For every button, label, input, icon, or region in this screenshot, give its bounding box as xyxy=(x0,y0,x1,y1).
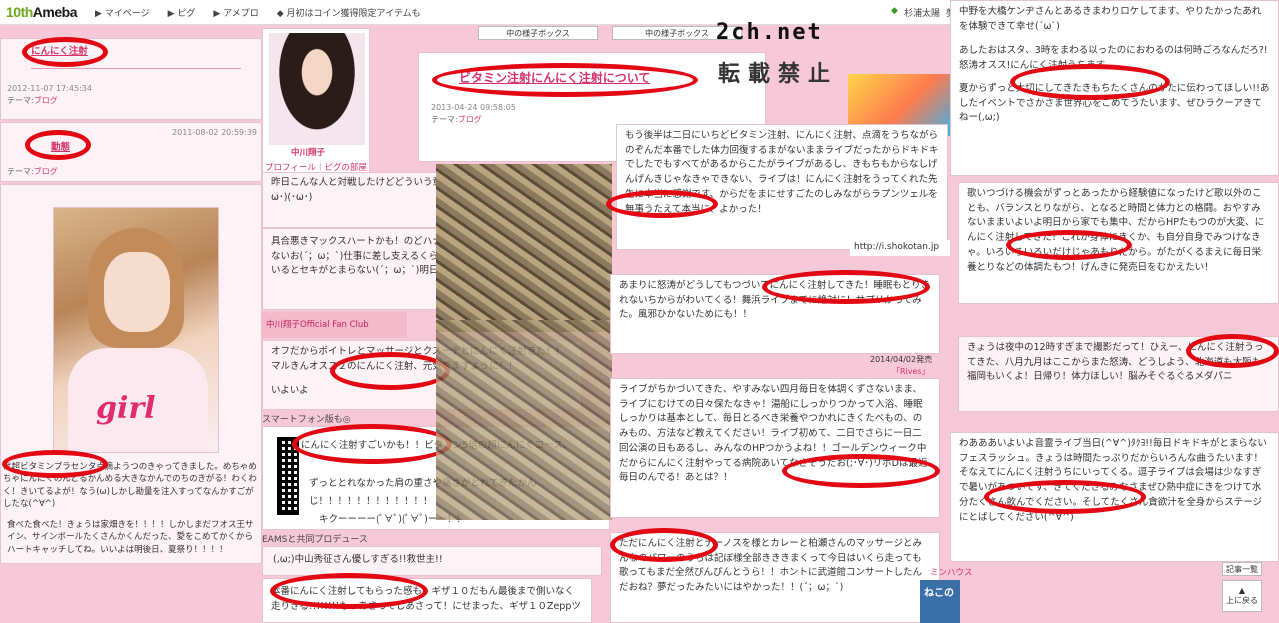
post-text: じ！！！！！！！！！！！！ xyxy=(309,496,433,507)
post-text: 中野を大橋ケンヂさんとあるきまわりロケしてます、やりたかったあれを体験できて幸せ… xyxy=(959,6,1262,32)
post-text: 歌いつづける機会がずっとあったから経験値になったけど歌以外のことも、バランスとり… xyxy=(967,188,1265,273)
post-text: (,ω;)中山秀征さん優しすぎる!!救世主!! xyxy=(273,554,443,565)
post-text: 夏からずっと大切にしてきたきもちたくさんのかたに伝わってほしい!!あしたイベント… xyxy=(959,82,1270,124)
left-photo-post: girl は超ビタミンブラセンタ点滴ようつのきゃってきました。めちゃめちゃにんに… xyxy=(0,184,262,564)
cat-photo xyxy=(436,320,612,520)
arrow-up-icon: ▲ xyxy=(1238,586,1246,595)
profile-photo[interactable] xyxy=(269,33,365,145)
post-text: きょうは夜中の12時すぎまで撮影だって！ひえー、にんにく注射うってきた、八月九月… xyxy=(967,342,1264,383)
cat-photo xyxy=(436,164,612,332)
official-url[interactable]: http://i.shokotan.jp xyxy=(850,240,950,256)
house-label[interactable]: ミンハウス xyxy=(930,566,973,578)
release-date: 2014/04/02発売 xyxy=(870,355,933,364)
post-text: あまりに怒涛がどうしてもつづいてにんにく注射してきた！睡眠もとりきれないちからが… xyxy=(619,280,931,321)
post-box-nakano: 中野を大橋ケンヂさんとあるきまわりロケしてます、やりたかったあれを体験できて幸せ… xyxy=(950,0,1279,176)
post-box-giza: 本番にんにく注射してもらった感も。ギザ１０だもん最後まで側いなく走りきる!!!!… xyxy=(262,578,592,623)
post-text: 本番にんにく注射してもらった感も。ギザ１０だもん最後まで側いなく走りきる!!!!… xyxy=(271,586,581,612)
watermark-line-2: 転載禁止 xyxy=(718,61,839,87)
article-title[interactable]: ビタミン注射にんにく注射について xyxy=(419,53,765,88)
nav-mypage[interactable]: ▶ マイページ xyxy=(95,6,150,19)
post-text: あしたおはスタ、3時をまわる以ったのにおわるのは何時ごろなんだろ?!怒涛オスス!… xyxy=(959,45,1268,72)
produce-label: EAMSと共同プロデュース xyxy=(262,535,368,545)
post-2-theme: テーマ:ブログ xyxy=(7,166,58,176)
watermark-line-1: 2ch.net xyxy=(716,20,823,45)
back-to-top-button[interactable]: ▲ 上に戻る xyxy=(1222,580,1262,612)
article-date: 2013-04-24 09:58:05 xyxy=(431,102,516,112)
post-text: わあああいよいよ音霊ライブ当日(^∀^)ﾀｸﾖ!!毎日ドキドキがとまらないフェス… xyxy=(959,438,1267,523)
profile-box: 中川翔子 プロフィール｜ピグの部屋 xyxy=(262,28,370,174)
ameba-logo[interactable]: 10thAmeba xyxy=(6,4,77,20)
release-title[interactable]: 「Rives」 xyxy=(892,366,930,377)
header-link-celebrity[interactable]: 杉浦太陽 xyxy=(904,6,940,19)
post-text: ライブがちかづいてきた、やすみない四月毎日を体調くずさないまま、ライブにむけての… xyxy=(619,384,928,484)
face-shape xyxy=(104,252,170,332)
post-box-balance: 歌いつづける機会がずっとあったから経験値になったけど歌以外のことも、バランスとり… xyxy=(958,182,1279,304)
qr-code xyxy=(277,437,299,515)
post-1-theme: テーマ:ブログ xyxy=(7,96,58,106)
shirt-print: girl xyxy=(96,391,156,426)
nav-amepro[interactable]: ▶ アメプロ xyxy=(213,6,258,19)
post-box-nakayama: (,ω;)中山秀征さん優しすぎる!!救世主!! xyxy=(262,546,602,576)
profile-name[interactable]: 中川翔子 xyxy=(291,147,325,160)
left-post-2: 2011-08-02 20:59:39 勤態 テーマ:ブログ xyxy=(0,122,262,182)
ameba-header-bar: 10thAmeba ▶ マイページ ▶ ピグ ▶ アメプロ ◆ 月初はコイン獲得… xyxy=(0,0,968,25)
tab-inner-box-1[interactable]: 中の様子ボックス xyxy=(478,26,598,40)
left-post-1: にんにく注射 2012-11-07 17:45:34 テーマ:ブログ xyxy=(0,38,262,120)
post-text: ただにんにく注射とナーノスを様とカレーと柏瀬さんのマッサージとみんなのパワーのう… xyxy=(619,538,923,594)
nav-coin-promo[interactable]: ◆ 月初はコイン獲得限定アイテムも xyxy=(277,6,421,19)
article-list-button[interactable]: 記事一覧 xyxy=(1222,562,1262,576)
fanclub-banner[interactable]: 中川翔子Official Fan Club xyxy=(262,312,407,338)
photo-caption: は超ビタミンブラセンタ点滴ようつのきゃってきました。めちゃめちゃにんにくのんどる… xyxy=(3,462,257,509)
post-box-sleep: あまりに怒涛がどうしてもつづいてにんにく注射してきた！睡眠もとりきれないちからが… xyxy=(610,274,940,354)
post-1-date: 2012-11-07 17:45:34 xyxy=(7,83,92,93)
post-text: もう後半は二日にいちどビタミン注射、にんにく注射、点滴をうちながらのぞんだ本番で… xyxy=(625,130,939,215)
selfie-photo: girl xyxy=(53,207,219,453)
post-box-otodama: わあああいよいよ音霊ライブ当日(^∀^)ﾀｸﾖ!!毎日ドキドキがとまらないフェス… xyxy=(950,432,1279,562)
fanclub-label: 中川翔子Official Fan Club xyxy=(266,320,369,330)
nav-pigg[interactable]: ▶ ピグ xyxy=(168,6,196,19)
post-body-text: 食べた食べた！きょうは家畑きを！！！！しかしまだフオス王サイン、サインボールたく… xyxy=(7,520,254,555)
post-2-date: 2011-08-02 20:59:39 xyxy=(172,128,257,137)
post-box-live-prep: ライブがちかづいてきた、やすみない四月毎日を体調くずさないまま、ライブにむけての… xyxy=(610,378,940,518)
bottom-card[interactable]: ねこの xyxy=(920,580,960,623)
post-box-vitamin-injection: もう後半は二日にいちどビタミン注射、にんにく注射、点滴をうちながらのぞんだ本番で… xyxy=(616,124,948,250)
post-box-shooting: きょうは夜中の12時すぎまで撮影だって！ひえー、にんにく注射うってきた、八月九月… xyxy=(958,336,1279,412)
post-1-title[interactable]: にんにく注射 xyxy=(1,39,261,60)
post-box-budokan: ただにんにく注射とナーノスを様とカレーと柏瀬さんのマッサージとみんなのパワーのう… xyxy=(610,532,940,623)
dot-icon: ◆ xyxy=(891,6,898,16)
smartphone-label[interactable]: スマートフォン版も◎ xyxy=(262,412,402,425)
